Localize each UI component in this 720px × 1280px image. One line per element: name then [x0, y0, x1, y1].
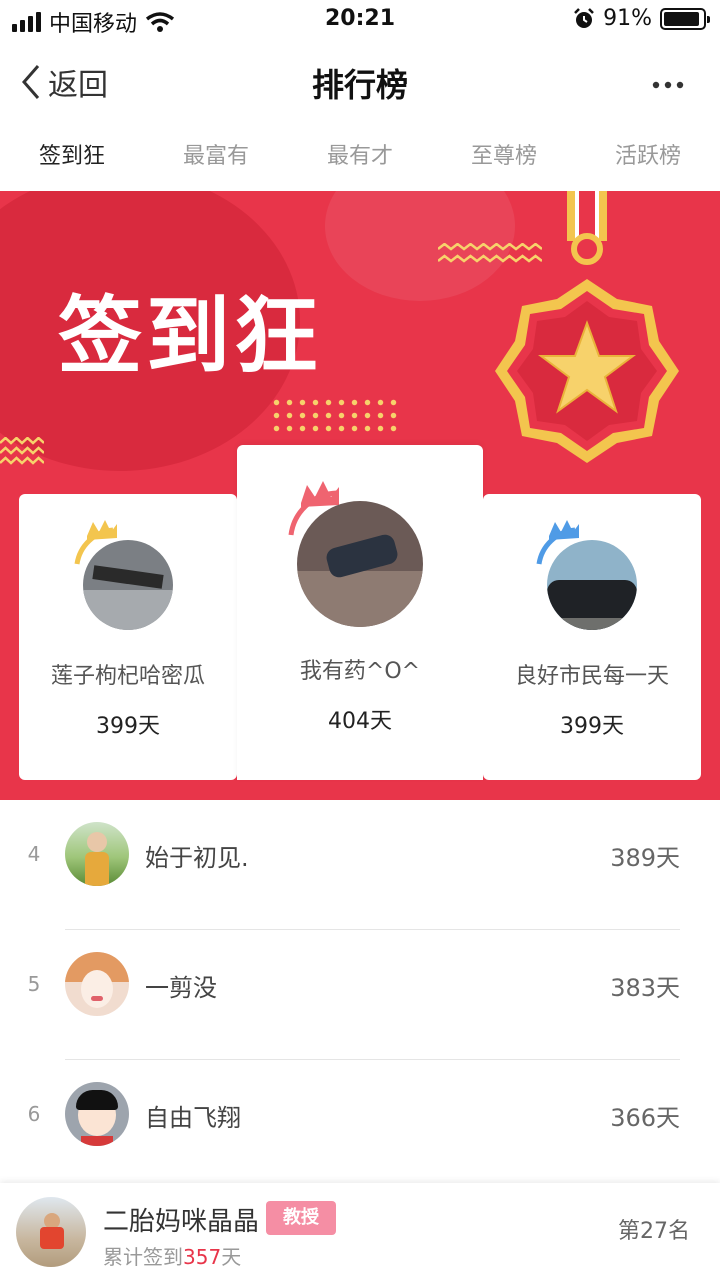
podium-name-first: 我有药^O^ — [299, 659, 421, 684]
list-days: 366天 — [610, 1104, 680, 1132]
avatar — [65, 952, 129, 1016]
tab-talented[interactable]: 最有才 — [288, 124, 432, 190]
checkin-prefix: 累计签到 — [103, 1245, 183, 1269]
podium-card-first[interactable]: 我有药^O^ 404天 — [237, 445, 483, 780]
battery-percent: 91% — [603, 6, 652, 31]
tab-richest[interactable]: 最富有 — [144, 124, 288, 190]
tab-supreme[interactable]: 至尊榜 — [432, 124, 576, 190]
podium-days-second: 399天 — [96, 714, 160, 739]
checkin-suffix: 天 — [221, 1245, 242, 1269]
battery-icon — [660, 7, 710, 30]
avatar-second — [83, 540, 173, 630]
ranking-list: 4 始于初见. 389天 5 一剪没 383天 6 自由飞翔 366天 — [0, 800, 720, 1190]
list-rank: 4 — [27, 842, 41, 866]
status-bar: 中国移动 20:21 91% — [0, 0, 720, 40]
checkin-count: 357 — [183, 1245, 222, 1269]
checkin-banner: 签到狂 莲子枸杞哈密瓜 399天 我有药^O^ 404天 良好市民每一天 399… — [0, 191, 720, 800]
podium-card-third[interactable]: 良好市民每一天 399天 — [483, 494, 701, 780]
podium-name-second: 莲子枸杞哈密瓜 — [50, 664, 205, 689]
status-right: 91% — [573, 6, 710, 31]
dots-decor — [270, 396, 400, 436]
podium-days-third: 399天 — [560, 714, 624, 739]
list-item[interactable]: 4 始于初见. 389天 — [0, 800, 720, 930]
list-days: 383天 — [610, 974, 680, 1002]
my-rank: 第27名 — [618, 1219, 690, 1244]
my-name: 二胎妈咪晶晶 — [103, 1207, 260, 1237]
zigzag-decor-left-icon — [0, 437, 44, 465]
list-item[interactable]: 6 自由飞翔 366天 — [0, 1060, 720, 1190]
ranking-tabs: 签到狂 最富有 最有才 至尊榜 活跃榜 — [0, 124, 720, 190]
avatar — [65, 822, 129, 886]
nav-bar: 返回 排行榜 — [0, 40, 720, 124]
my-checkin-total: 累计签到357天 — [103, 1241, 241, 1270]
podium-card-second[interactable]: 莲子枸杞哈密瓜 399天 — [19, 494, 237, 780]
my-rank-bar[interactable]: 二胎妈咪晶晶 教授 累计签到357天 第27名 — [0, 1183, 720, 1280]
avatar — [65, 1082, 129, 1146]
list-days: 389天 — [610, 844, 680, 872]
star-medal-icon — [495, 233, 679, 463]
tab-active[interactable]: 活跃榜 — [576, 124, 720, 190]
avatar-first — [297, 501, 423, 627]
list-rank: 6 — [27, 1102, 41, 1126]
avatar-third — [547, 540, 637, 630]
podium-name-third: 良好市民每一天 — [514, 664, 669, 689]
list-rank: 5 — [27, 972, 41, 996]
tab-checkin[interactable]: 签到狂 — [0, 124, 144, 190]
alarm-icon — [574, 7, 594, 28]
banner-title: 签到狂 — [58, 287, 323, 385]
list-name: 始于初见. — [145, 844, 249, 872]
more-button[interactable] — [652, 70, 684, 90]
more-dots-icon — [652, 81, 684, 89]
title-badge: 教授 — [266, 1201, 336, 1235]
list-name: 一剪没 — [145, 974, 217, 1002]
podium-days-first: 404天 — [328, 709, 392, 734]
list-name: 自由飞翔 — [145, 1104, 241, 1132]
my-avatar — [16, 1197, 86, 1267]
page-title: 排行榜 — [311, 66, 408, 104]
list-item[interactable]: 5 一剪没 383天 — [0, 930, 720, 1060]
